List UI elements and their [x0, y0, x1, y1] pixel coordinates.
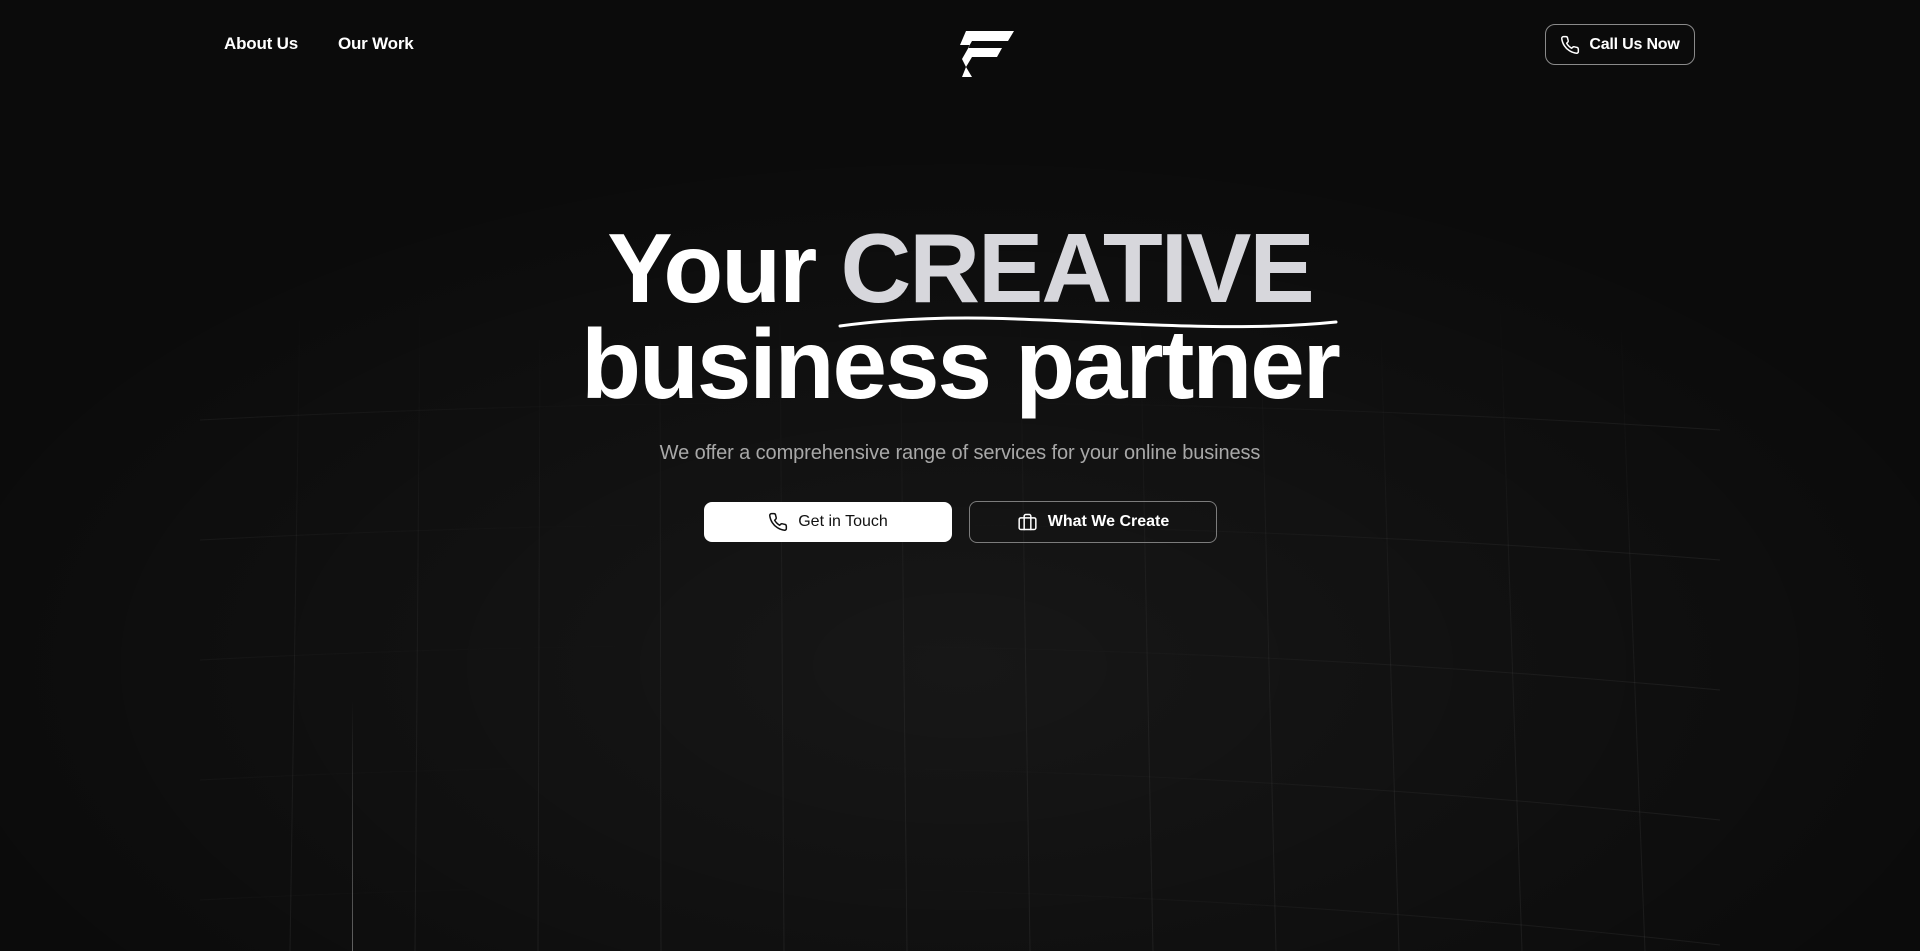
get-in-touch-button[interactable]: Get in Touch — [704, 502, 952, 542]
what-we-create-button[interactable]: What We Create — [969, 501, 1217, 543]
hero-section: Your CREATIVE business partner We offer … — [0, 219, 1920, 465]
get-in-touch-label: Get in Touch — [798, 513, 888, 530]
call-us-now-button[interactable]: Call Us Now — [1545, 24, 1695, 65]
nav-links: About Us Our Work — [224, 34, 414, 54]
call-us-now-label: Call Us Now — [1589, 35, 1680, 53]
hero-cta-row: Get in Touch What We Create — [704, 501, 1217, 543]
headline-line-1: Your CREATIVE — [0, 219, 1920, 329]
briefcase-icon — [1017, 512, 1038, 532]
page: About Us Our Work Call Us Now Your CREAT… — [0, 0, 1920, 951]
headline-creative: CREATIVE — [838, 219, 1338, 329]
top-navigation: About Us Our Work Call Us Now — [0, 0, 1920, 90]
creative-underline — [838, 316, 1338, 329]
headline-creative-text: CREATIVE — [840, 213, 1314, 323]
hero-subtitle: We offer a comprehensive range of servic… — [659, 442, 1261, 464]
phone-icon — [1560, 35, 1580, 55]
brand-f-logo-icon[interactable] — [960, 31, 1014, 77]
nav-link-about-us[interactable]: About Us — [224, 34, 298, 54]
phone-icon — [768, 512, 788, 532]
nav-link-our-work[interactable]: Our Work — [338, 34, 414, 54]
what-we-create-label: What We Create — [1047, 513, 1170, 530]
headline-your: Your — [607, 213, 817, 323]
decorative-vertical-line — [352, 700, 353, 951]
background-grid — [0, 0, 1920, 951]
